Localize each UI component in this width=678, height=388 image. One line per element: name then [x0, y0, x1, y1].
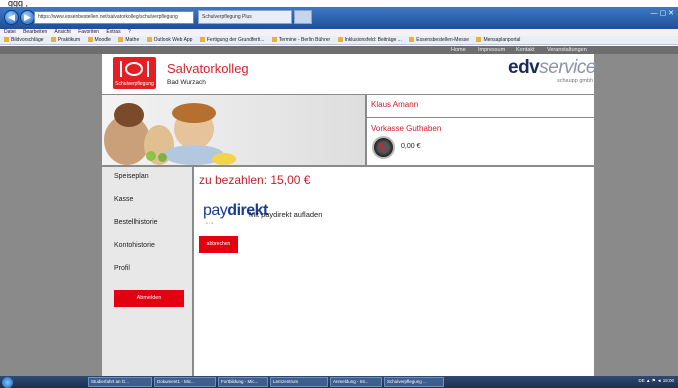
new-tab-button[interactable] [294, 10, 312, 24]
menu-item[interactable]: Datei [4, 29, 16, 35]
menu-bar: Datei Bearbeiten Ansicht Favoriten Extra… [0, 29, 678, 36]
nav-impressum-link[interactable]: Impressum [478, 46, 505, 54]
menu-item[interactable]: Bearbeiten [23, 29, 47, 35]
forward-icon[interactable]: ▶ [20, 10, 35, 25]
logout-button[interactable]: Abmelden [114, 290, 184, 307]
favorite-item[interactable]: Moodle [88, 37, 111, 43]
menu-item[interactable]: ? [128, 29, 131, 35]
sidebar-item-speiseplan[interactable]: Speiseplan [114, 173, 149, 180]
menu-item[interactable]: Extras [106, 29, 120, 35]
knife-icon [147, 61, 149, 77]
plate-icon [125, 62, 143, 76]
favorite-item[interactable]: Mensaplanportal [476, 37, 520, 43]
brand-service: service [539, 57, 596, 78]
taskbar-item[interactable]: Schulverpflegung ... [384, 377, 444, 387]
menu-item[interactable]: Ansicht [54, 29, 70, 35]
favorite-item[interactable]: Outlook Web App [147, 37, 193, 43]
taskbar-item[interactable]: Studierfahrt an G... [88, 377, 152, 387]
balance-gauge-icon [372, 136, 395, 159]
favorite-item[interactable]: Essensbestellen-Messe [409, 37, 469, 43]
brand-main: edv [508, 57, 540, 78]
credit-value: 0,00 € [401, 143, 421, 150]
organization-city: Bad Wurzach [167, 79, 206, 86]
sidebar-item-bestellhistorie[interactable]: Bestellhistorie [114, 219, 158, 226]
taskbar-item[interactable]: Dokument1 - Mic... [154, 377, 216, 387]
taskbar-item[interactable]: Lernzentrum [270, 377, 328, 387]
sidebar-item-kontohistorie[interactable]: Kontohistorie [114, 242, 155, 249]
taskbar-item[interactable]: Anmeldung - Int... [330, 377, 382, 387]
nav-veranstaltungen-link[interactable]: Veranstaltungen [547, 46, 587, 54]
logo-pay-text: pay [203, 202, 228, 219]
favorite-item[interactable]: Mathe [118, 37, 139, 43]
top-navigation: Home Impressum Kontakt Veranstaltungen [0, 46, 678, 54]
menu-item[interactable]: Favoriten [78, 29, 99, 35]
back-icon[interactable]: ◀ [4, 10, 19, 25]
favorite-item[interactable]: Termine - Berlin Bührer [272, 37, 330, 43]
paydirekt-dots-icon: •·• [206, 221, 215, 227]
favorites-bar: Bildvorschläge Praktikum Moodle Mathe Ou… [0, 36, 678, 45]
system-tray[interactable]: DE ▲ ⚑ ◄ 15:00 [639, 378, 674, 384]
children-banner-image [102, 95, 365, 165]
favorite-item[interactable]: Inklusionsfeld: Beiträge ... [338, 37, 402, 43]
favorite-item[interactable]: Fertigung der Grundferti... [200, 37, 265, 43]
nav-kontakt-link[interactable]: Kontakt [516, 46, 535, 54]
favorite-item[interactable]: Praktikum [51, 37, 80, 43]
taskbar-item[interactable]: Fortbildung - Mic... [218, 377, 268, 387]
sidebar-item-kasse[interactable]: Kasse [114, 196, 133, 203]
brand-subtitle: schaupp gmbh [557, 78, 594, 84]
credit-label: Vorkasse Guthaben [371, 124, 442, 133]
address-bar[interactable]: https://www.essenbestellen.net/salvatork… [34, 11, 194, 24]
paydirekt-label[interactable]: Mit paydirekt aufladen [249, 210, 322, 219]
cancel-button[interactable]: abbrechen [199, 236, 238, 253]
sidebar-item-profil[interactable]: Profil [114, 265, 130, 272]
caption-text: ggg , [0, 0, 678, 7]
browser-tab[interactable]: Schulverpflegung Plus [198, 10, 292, 24]
favorite-item[interactable]: Bildvorschläge [4, 37, 44, 43]
user-name: Klaus Amann [371, 100, 419, 109]
fork-icon [120, 61, 122, 77]
payment-title: zu bezahlen: 15,00 € [199, 173, 311, 187]
logo-caption: Schulverpflegung [115, 81, 154, 87]
start-icon[interactable] [2, 377, 13, 388]
edv-service-logo[interactable]: edvservice [508, 57, 596, 79]
window-controls[interactable]: — ▢ ✕ [651, 9, 674, 17]
nav-home-link[interactable]: Home [451, 46, 466, 54]
organization-name: Salvatorkolleg [167, 61, 249, 76]
main-content [194, 167, 594, 377]
